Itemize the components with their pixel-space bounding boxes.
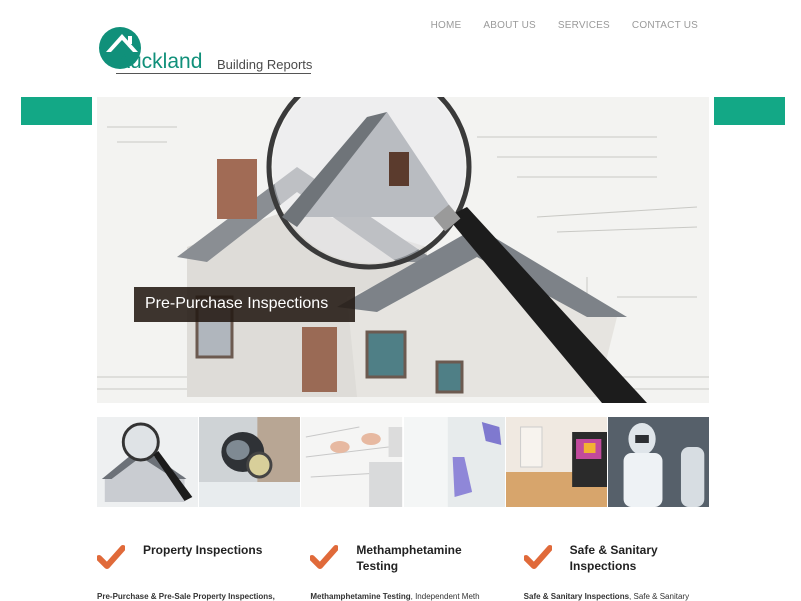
thumbnail-blueprints[interactable] — [301, 417, 403, 507]
logo-sub-text: Building Reports — [217, 57, 313, 72]
thumbnail-gas-mask[interactable] — [199, 417, 301, 507]
nav-home[interactable]: HOME — [431, 20, 462, 31]
service-description: Methamphetamine Testing, Independent Met… — [310, 592, 480, 601]
service-title[interactable]: Safe & Sanitary Inspections — [570, 542, 720, 574]
service-description: Safe & Sanitary Inspections, Safe & Sani… — [523, 592, 690, 601]
checkmark-icon — [523, 545, 552, 569]
thumbnail-gloved-hand[interactable] — [403, 417, 505, 507]
service-title[interactable]: Property Inspections — [143, 542, 293, 558]
checkmark-icon — [97, 545, 125, 569]
service-title[interactable]: Methamphetamine Testing — [356, 542, 506, 574]
hero-slider[interactable]: Pre-Purchase Inspections — [97, 97, 709, 403]
hero-house-magnifier-image — [97, 97, 709, 403]
nav-services[interactable]: SERVICES — [558, 20, 610, 31]
nav-about-us[interactable]: ABOUT US — [483, 20, 536, 31]
nav-contact-us[interactable]: CONTACT US — [632, 20, 698, 31]
main-nav: HOME ABOUT US SERVICES CONTACT US — [431, 20, 698, 31]
thumbnail-strip — [97, 417, 710, 507]
site-logo[interactable]: Auckland Building Reports — [98, 24, 318, 76]
thumbnail-house-magnifier[interactable] — [97, 417, 199, 507]
logo-underline — [116, 73, 311, 74]
service-description: Pre-Purchase & Pre-Sale Property Inspect… — [97, 592, 275, 601]
accent-band-left — [21, 97, 92, 125]
thumbnail-thermal-camera[interactable] — [505, 417, 607, 507]
checkmark-icon — [310, 545, 339, 569]
accent-band-right — [714, 97, 785, 125]
thumbnail-hazmat-suit[interactable] — [607, 417, 710, 507]
hero-caption: Pre-Purchase Inspections — [134, 287, 355, 322]
logo-main-text: Auckland — [116, 50, 203, 73]
